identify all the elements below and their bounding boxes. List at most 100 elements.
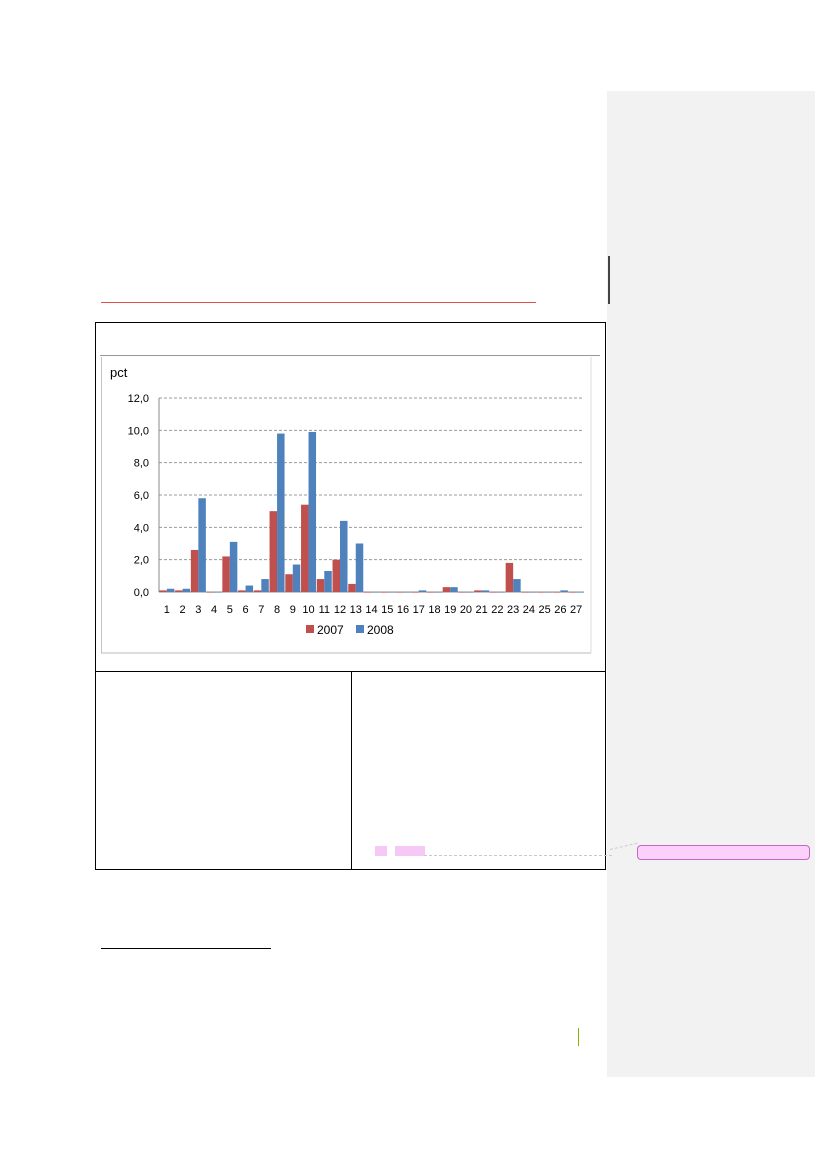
bar-2007-21 — [474, 590, 482, 592]
header-separator — [100, 355, 600, 356]
x-tick-label: 12 — [334, 604, 346, 616]
x-tick-label: 18 — [428, 604, 440, 616]
bar-2007-20 — [458, 592, 466, 593]
bar-2007-1 — [159, 590, 167, 592]
bar-2008-12 — [340, 520, 348, 592]
bar-2007-17 — [411, 592, 419, 593]
bar-2008-9 — [292, 564, 301, 592]
bar-2007-13 — [348, 583, 356, 592]
comment-balloon[interactable] — [637, 845, 810, 860]
x-tick-label: 10 — [302, 604, 314, 616]
bar-2008-20 — [465, 592, 474, 593]
x-tick-label: 23 — [507, 604, 519, 616]
x-tick-label: 14 — [365, 604, 377, 616]
change-bar — [608, 256, 610, 304]
bar-2007-27 — [568, 592, 577, 593]
tracked-insertion-mark[interactable] — [375, 846, 387, 856]
bar-2008-19 — [450, 587, 458, 592]
table-cell-right — [352, 672, 605, 869]
bar-2008-2 — [182, 588, 191, 592]
bar-2008-16 — [402, 592, 411, 593]
y-tick-label: 10,0 — [128, 425, 149, 437]
bar-2008-5 — [229, 541, 238, 592]
bar-2008-25 — [544, 592, 553, 593]
x-tick-label: 5 — [227, 604, 233, 616]
bar-2007-18 — [426, 592, 435, 593]
x-tick-label: 7 — [258, 604, 264, 616]
x-tick-label: 8 — [274, 604, 280, 616]
y-axis-label: pct — [110, 365, 128, 380]
bar-2008-18 — [434, 592, 442, 593]
x-tick-label: 15 — [381, 604, 393, 616]
x-tick-label: 27 — [570, 604, 582, 616]
bar-2008-15 — [387, 592, 395, 593]
comment-leader-line — [424, 855, 612, 856]
x-tick-label: 24 — [523, 604, 535, 616]
page-number-bar — [578, 1028, 579, 1046]
legend-label: 2007 — [317, 623, 344, 637]
bar-2008-27 — [576, 592, 584, 593]
bar-2007-26 — [552, 592, 561, 593]
bar-2008-6 — [245, 585, 254, 592]
x-tick-label: 11 — [319, 604, 330, 616]
legend-label: 2008 — [367, 623, 394, 637]
y-tick-label: 6,0 — [134, 490, 149, 502]
bar-2007-16 — [395, 592, 403, 593]
bar-2008-22 — [497, 592, 505, 593]
y-tick-label: 8,0 — [134, 458, 149, 470]
x-tick-label: 1 — [164, 604, 170, 616]
x-tick-label: 9 — [290, 604, 296, 616]
x-tick-label: 6 — [243, 604, 249, 616]
bar-2007-2 — [175, 590, 183, 592]
x-tick-label: 25 — [539, 604, 551, 616]
bar-2008-17 — [418, 590, 427, 592]
x-tick-label: 4 — [211, 604, 217, 616]
x-tick-label: 13 — [350, 604, 362, 616]
legend-swatch-2008 — [356, 625, 364, 633]
footnote-separator — [101, 948, 271, 949]
bar-2008-23 — [513, 579, 521, 592]
bar-2007-15 — [379, 592, 388, 593]
tracked-insertion-mark[interactable] — [395, 846, 425, 856]
bar-2007-12 — [332, 559, 341, 592]
bar-2008-1 — [166, 588, 175, 592]
legend: 2007 2008 — [306, 623, 394, 637]
bar-2007-5 — [222, 556, 230, 592]
x-tick-label: 2 — [180, 604, 186, 616]
bar-2008-4 — [214, 592, 222, 593]
bar-2008-24 — [528, 592, 537, 593]
y-tick-label: 0,0 — [134, 587, 149, 599]
tracked-change-rule — [101, 302, 536, 303]
bar-2007-11 — [316, 579, 325, 592]
bar-chart: pct 0,0 2,0 4,0 6,0 8,0 10,0 12,0 1 2 3 4 5 6 7 8 9 10 1… — [100, 357, 604, 655]
bar-2007-6 — [238, 590, 246, 592]
y-tick-label: 2,0 — [134, 555, 149, 567]
bar-2007-14 — [364, 592, 372, 593]
bar-2007-23 — [505, 562, 514, 592]
bar-2008-13 — [355, 543, 364, 592]
bar-2007-9 — [285, 574, 293, 592]
bar-2007-7 — [253, 590, 262, 592]
x-tick-label: 21 — [476, 604, 488, 616]
y-tick-labels: 0,0 2,0 4,0 6,0 8,0 10,0 12,0 — [128, 393, 149, 599]
bar-2008-26 — [560, 590, 568, 592]
bar-2008-7 — [261, 579, 269, 592]
x-tick-label: 22 — [491, 604, 503, 616]
bar-2007-19 — [442, 587, 451, 592]
markup-margin-pane — [607, 91, 815, 1077]
x-tick-labels: 1 2 3 4 5 6 7 8 9 10 11 12 13 14 15 16 17 18 19 20 21 22 23 24 2… — [164, 604, 582, 616]
bar-2008-11 — [324, 570, 332, 592]
table-cell-left — [96, 672, 351, 869]
bar-2007-4 — [206, 592, 215, 593]
figure-table: pct 0,0 2,0 4,0 6,0 8,0 10,0 12,0 1 2 3 4 5 6 7 8 9 10 1… — [95, 322, 606, 870]
bar-2008-3 — [198, 498, 206, 592]
bar-2007-22 — [489, 592, 498, 593]
bar-2007-10 — [301, 504, 309, 592]
bar-2007-3 — [190, 549, 199, 592]
chart-svg: pct 0,02,04,06,08,010,012,0 1 2 3 4 5 6 7 8 9 10 1… — [100, 357, 592, 654]
bar-2007-8 — [269, 511, 278, 592]
bars — [159, 431, 584, 593]
bar-2007-25 — [537, 592, 545, 593]
bar-2008-8 — [277, 433, 285, 592]
bar-2008-14 — [371, 592, 379, 593]
